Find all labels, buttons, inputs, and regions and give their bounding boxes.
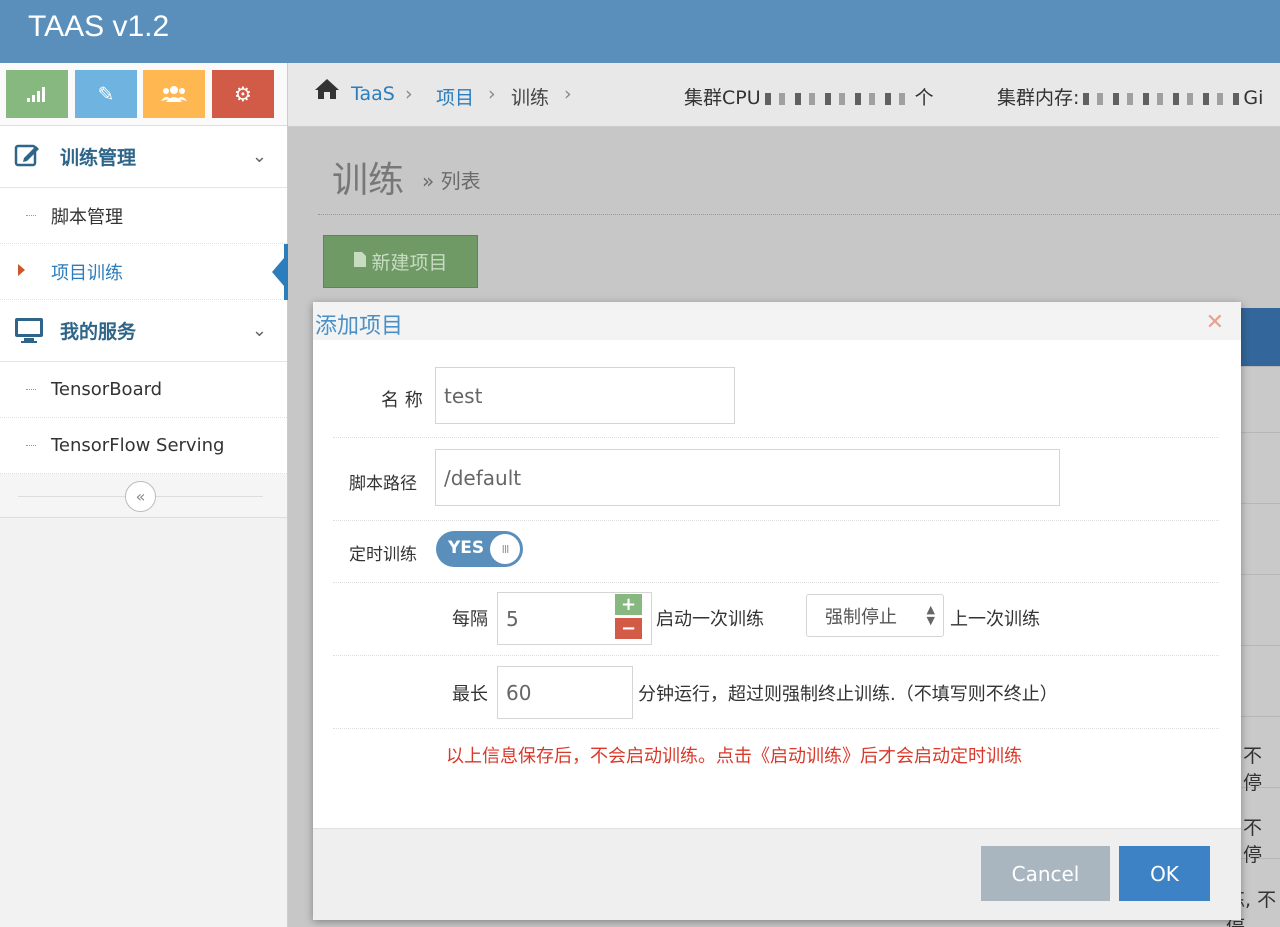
nav-section-training[interactable]: 训练管理 ⌄ bbox=[0, 126, 287, 188]
name-label: 名 称 bbox=[381, 390, 423, 411]
cluster-cpu-suffix: 个 bbox=[914, 87, 934, 109]
last-training-text: 上一次训练 bbox=[950, 609, 1040, 630]
sidebar: ✎ ⚙ 训练管理 ⌄ 脚本管理 项目训练 我的服务 ⌄ TensorBoard … bbox=[0, 63, 288, 927]
decrement-button[interactable]: − bbox=[615, 618, 642, 639]
name-input[interactable]: test bbox=[435, 367, 735, 424]
schedule-toggle[interactable]: YES III bbox=[436, 531, 523, 567]
breadcrumb-separator-icon: › bbox=[488, 83, 496, 105]
new-project-label: 新建项目 bbox=[371, 252, 448, 274]
double-chevron-left-icon: « bbox=[135, 487, 146, 506]
sidebar-item-project-training[interactable]: 项目训练 bbox=[0, 244, 288, 300]
dialog-header: 添加项目 ✕ bbox=[313, 302, 1241, 340]
pencil-icon: ✎ bbox=[97, 82, 115, 106]
cluster-memory-label: 集群内存: bbox=[997, 87, 1080, 109]
select-arrows-icon: ▲ ▼ bbox=[926, 603, 935, 627]
tree-connector bbox=[26, 215, 36, 216]
shortcut-edit-button[interactable]: ✎ bbox=[75, 70, 137, 118]
toggle-knob: III bbox=[490, 534, 520, 564]
shortcut-stats-button[interactable] bbox=[6, 70, 68, 118]
script-path-label: 脚本路径 bbox=[349, 474, 417, 494]
increment-button[interactable]: + bbox=[615, 594, 642, 615]
max-minutes-input[interactable]: 60 bbox=[497, 666, 633, 719]
top-navbar: TAAS v1.2 bbox=[0, 0, 1280, 63]
close-icon[interactable]: ✕ bbox=[1206, 310, 1224, 335]
schedule-label: 定时训练 bbox=[349, 545, 417, 565]
gears-icon: ⚙ bbox=[234, 82, 252, 106]
signal-bars-icon bbox=[27, 87, 45, 102]
stop-mode-value: 强制停止 bbox=[825, 606, 897, 628]
warning-message: 以上信息保存后，不会启动训练。点击《启动训练》后才会启动定时训练 bbox=[446, 746, 1022, 767]
active-notch bbox=[272, 258, 284, 286]
edit-icon bbox=[14, 142, 42, 170]
table-cell: 不停 bbox=[1243, 745, 1263, 794]
stop-mode-select[interactable]: 强制停止 ▲ ▼ bbox=[806, 594, 944, 637]
sidebar-item-label: 项目训练 bbox=[51, 262, 123, 284]
tree-connector bbox=[26, 389, 36, 390]
cluster-cpu-stat: 集群CPU 个 bbox=[684, 83, 934, 110]
shortcut-settings-button[interactable]: ⚙ bbox=[212, 70, 274, 118]
file-icon bbox=[353, 251, 367, 273]
page-subtitle: » 列表 bbox=[422, 169, 481, 193]
users-icon bbox=[161, 86, 187, 102]
table-cell: 不停 bbox=[1243, 817, 1263, 866]
breadcrumb-separator-icon: › bbox=[564, 83, 572, 105]
page-title: 训练 bbox=[332, 160, 405, 201]
monitor-icon bbox=[14, 316, 43, 344]
max-description: 分钟运行，超过则强制终止训练.（不填写则不终止） bbox=[638, 684, 1058, 705]
collapse-sidebar-button[interactable]: « bbox=[125, 481, 156, 512]
page-header: 训练 » 列表 bbox=[318, 151, 1280, 215]
breadcrumb: TaaS › 项目 › 训练 › 集群CPU 个 集群内存: Gi bbox=[288, 63, 1280, 127]
active-caret-icon bbox=[18, 264, 25, 276]
brand-title[interactable]: TAAS v1.2 bbox=[28, 10, 169, 44]
ok-button[interactable]: OK bbox=[1119, 846, 1210, 901]
breadcrumb-home-link[interactable]: TaaS bbox=[351, 83, 395, 105]
sidebar-item-label: 脚本管理 bbox=[51, 206, 123, 228]
chevron-down-icon: ⌄ bbox=[251, 146, 267, 167]
new-project-button[interactable]: 新建项目 bbox=[323, 235, 478, 288]
sidebar-item-label: TensorFlow Serving bbox=[51, 435, 225, 456]
start-training-text: 启动一次训练 bbox=[656, 609, 764, 630]
cluster-memory-stat: 集群内存: Gi bbox=[997, 83, 1263, 110]
every-label: 每隔 bbox=[452, 609, 488, 630]
dialog-footer: Cancel OK bbox=[313, 828, 1241, 920]
tree-connector bbox=[26, 445, 36, 446]
sidebar-collapse-bar: « bbox=[0, 474, 287, 518]
nav-section-training-label: 训练管理 bbox=[60, 147, 137, 169]
redacted-value bbox=[764, 92, 915, 105]
sidebar-shortcuts: ✎ ⚙ bbox=[0, 63, 287, 126]
breadcrumb-projects-link[interactable]: 项目 bbox=[436, 83, 474, 110]
cluster-cpu-label: 集群CPU bbox=[684, 87, 761, 109]
sidebar-item-label: TensorBoard bbox=[51, 379, 163, 400]
nav-section-services-label: 我的服务 bbox=[60, 321, 137, 343]
sidebar-item-scripts[interactable]: 脚本管理 bbox=[0, 188, 287, 244]
dialog-title: 添加项目 bbox=[315, 314, 404, 339]
max-label: 最长 bbox=[452, 684, 488, 705]
breadcrumb-current: 训练 bbox=[511, 87, 550, 109]
cancel-button[interactable]: Cancel bbox=[981, 846, 1110, 901]
script-path-input[interactable]: /default bbox=[435, 449, 1060, 506]
sidebar-item-tensorboard[interactable]: TensorBoard bbox=[0, 362, 287, 418]
table-header bbox=[1238, 308, 1280, 366]
nav-section-services[interactable]: 我的服务 ⌄ bbox=[0, 300, 287, 362]
add-project-dialog: 添加项目 ✕ 名 称 test 脚本路径 /default 定时训练 YES I… bbox=[313, 302, 1241, 920]
sidebar-item-tensorflow-serving[interactable]: TensorFlow Serving bbox=[0, 418, 287, 474]
cluster-memory-suffix: Gi bbox=[1243, 87, 1264, 109]
chevron-down-icon: ⌄ bbox=[251, 320, 267, 341]
breadcrumb-separator-icon: › bbox=[405, 83, 413, 105]
shortcut-users-button[interactable] bbox=[143, 70, 205, 118]
redacted-value bbox=[1083, 92, 1244, 105]
home-icon[interactable] bbox=[314, 78, 340, 106]
toggle-yes-text: YES bbox=[448, 538, 485, 558]
